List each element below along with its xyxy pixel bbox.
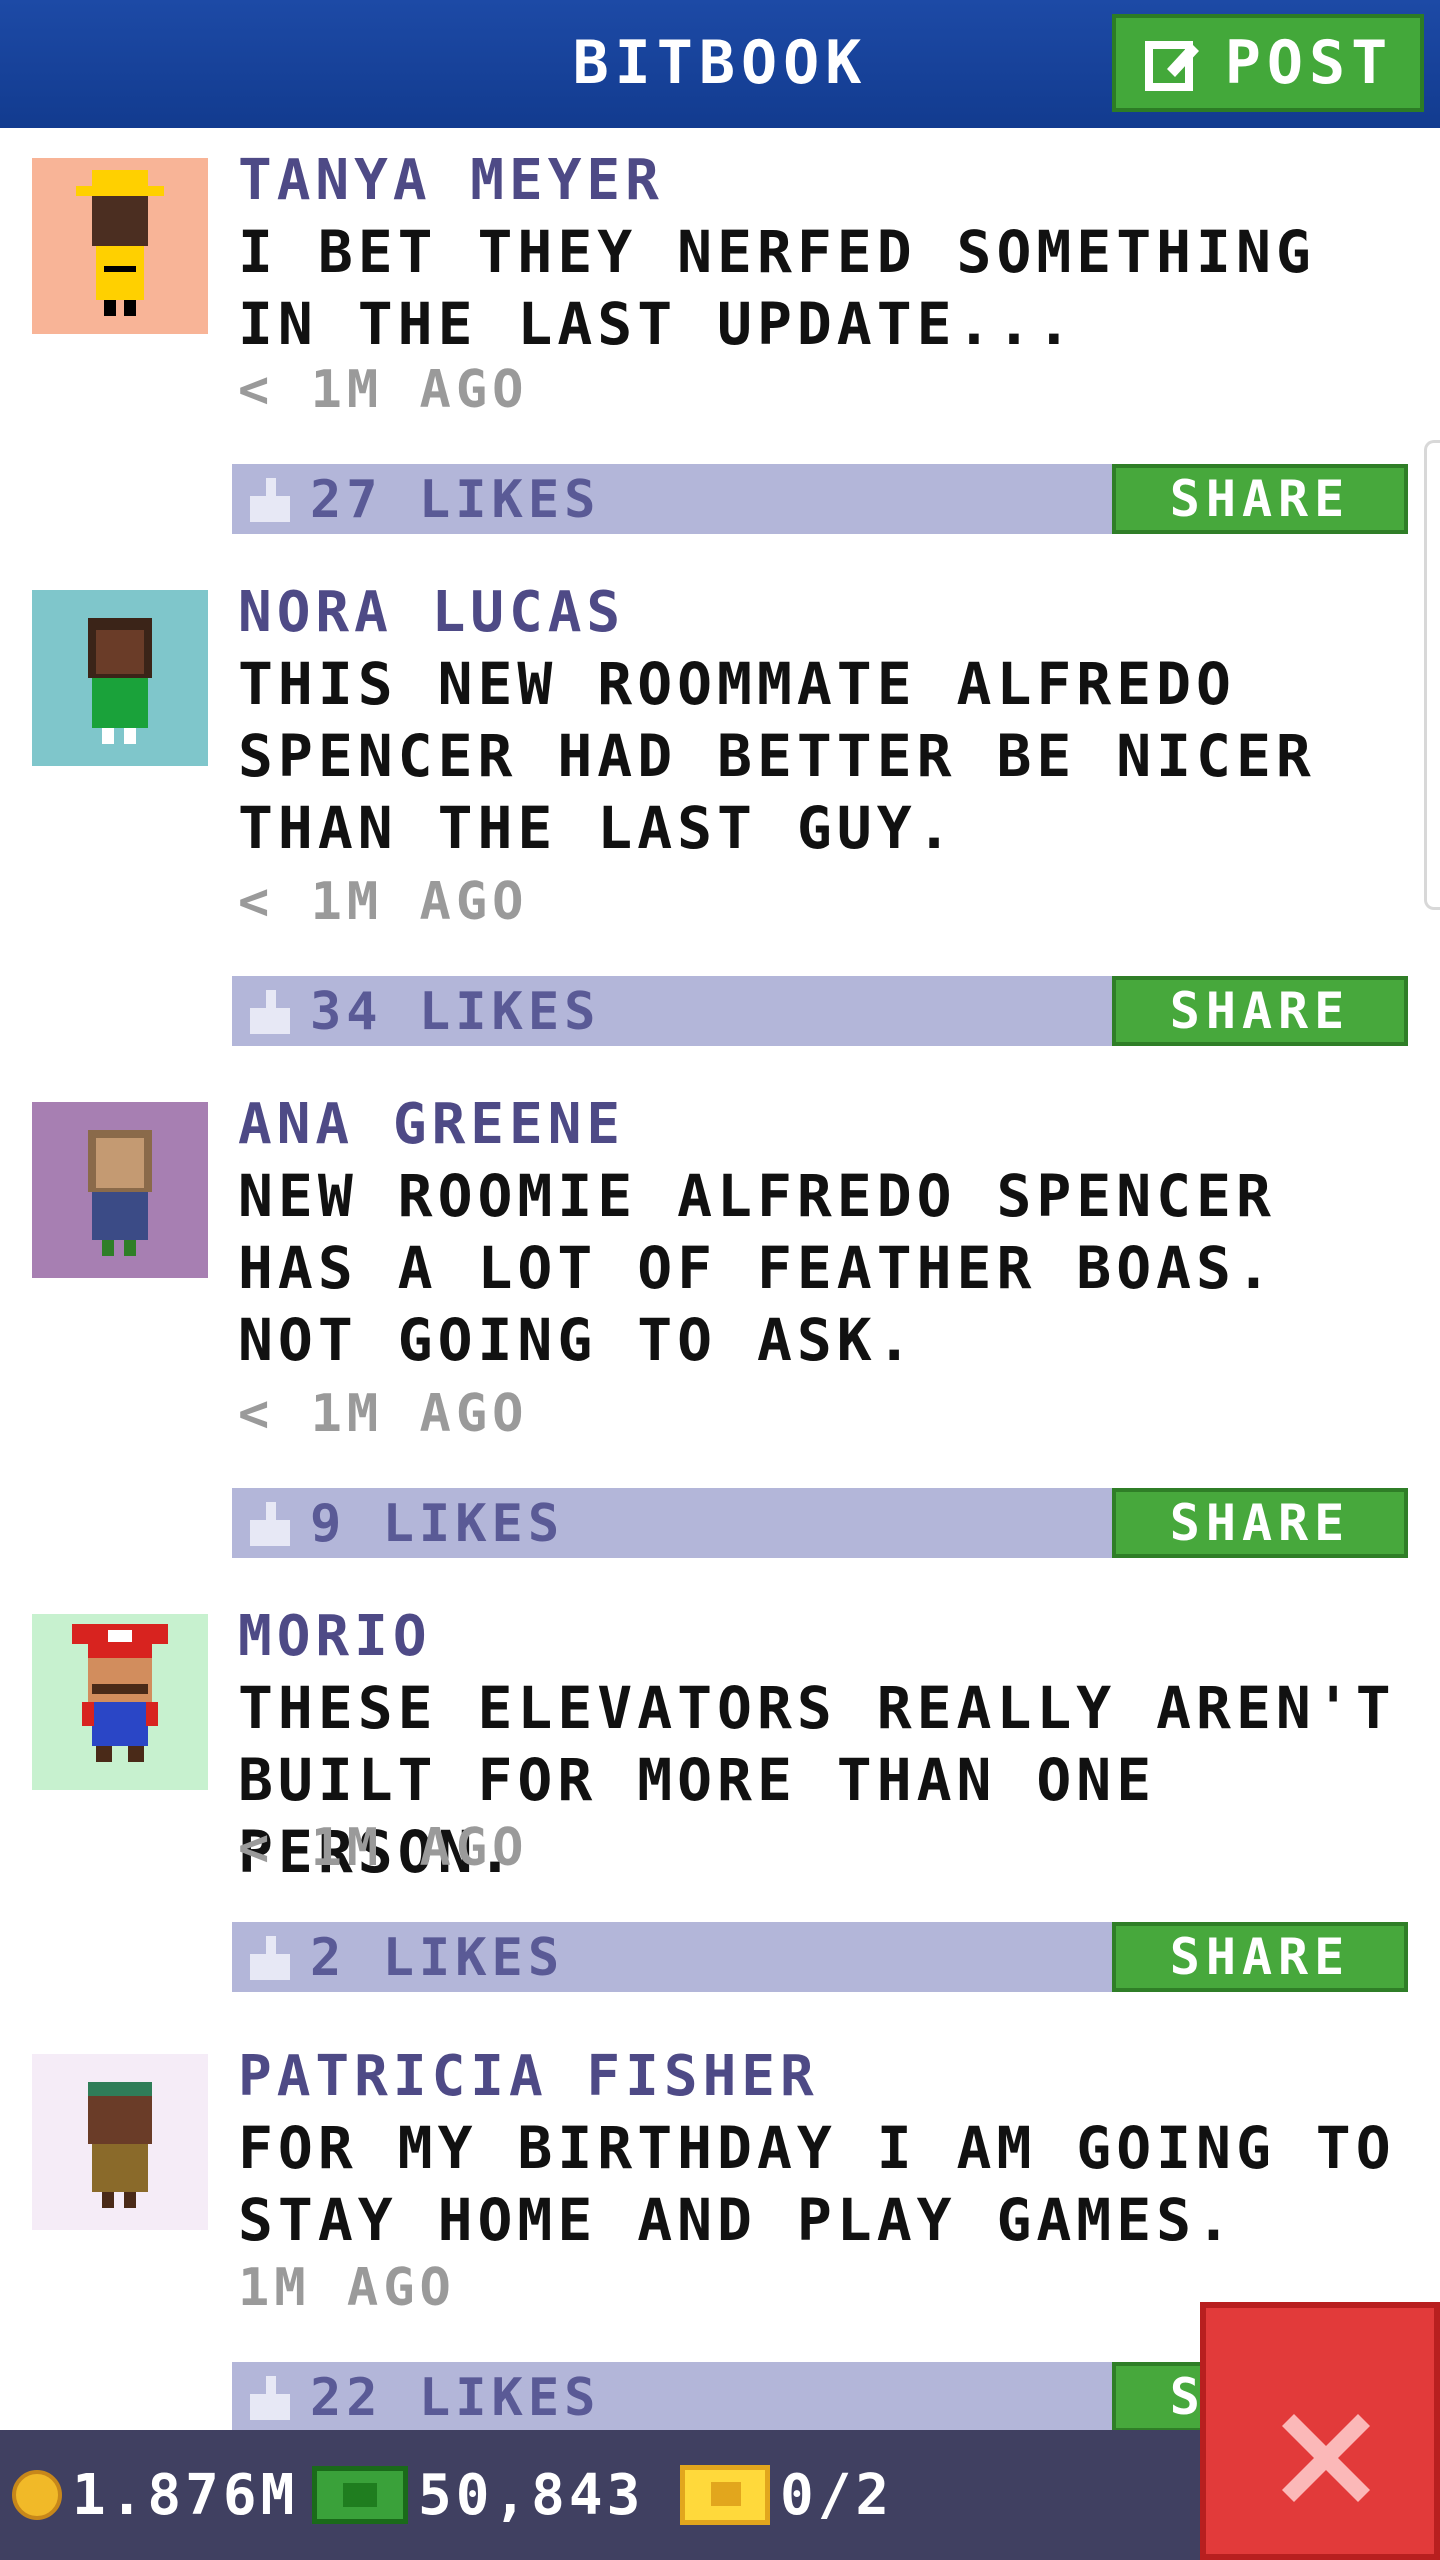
- post-time: < 1M AGO: [238, 872, 529, 932]
- post-author[interactable]: PATRICIA FISHER: [238, 2044, 819, 2109]
- avatar[interactable]: [32, 1102, 208, 1278]
- thumb-up-icon: [250, 990, 290, 1034]
- post-author[interactable]: ANA GREENE: [238, 1092, 625, 1157]
- post-button-label: POST: [1224, 28, 1394, 98]
- thumb-up-icon: [250, 478, 290, 522]
- like-bar[interactable]: 2 LIKES SHARE: [232, 1922, 1408, 1992]
- post-author[interactable]: TANYA MEYER: [238, 148, 664, 213]
- post-text: I BET THEY NERFED SOMETHING IN THE LAST …: [238, 218, 1316, 358]
- coins-value: 1.876M: [72, 2462, 299, 2528]
- like-count: 2 LIKES: [310, 1928, 565, 1988]
- tickets-stat: 0/2: [680, 2462, 893, 2528]
- post-time: < 1M AGO: [238, 1384, 529, 1444]
- thumb-up-icon: [250, 2376, 290, 2420]
- like-bar[interactable]: 27 LIKES SHARE: [232, 464, 1408, 534]
- post-button[interactable]: POST: [1112, 14, 1424, 112]
- share-button[interactable]: SHARE: [1112, 1922, 1408, 1992]
- share-button[interactable]: SHARE: [1112, 1488, 1408, 1558]
- close-icon: [1282, 2414, 1370, 2502]
- thumb-up-icon: [250, 1502, 290, 1546]
- post-text: THIS NEW ROOMMATE ALFREDO SPENCER HAD BE…: [238, 650, 1316, 862]
- app-header: BITBOOK POST: [0, 0, 1440, 128]
- scrollbar[interactable]: [1424, 440, 1440, 910]
- bux-value: 50,843: [418, 2462, 645, 2528]
- share-button[interactable]: SHARE: [1112, 976, 1408, 1046]
- post-time: 1M AGO: [238, 2258, 456, 2318]
- tickets-value: 0/2: [780, 2462, 894, 2528]
- feed-post: ANA GREENE NEW ROOMIE ALFREDO SPENCER HA…: [0, 1072, 1440, 1592]
- feed-post: NORA LUCAS THIS NEW ROOMMATE ALFREDO SPE…: [0, 560, 1440, 1080]
- close-button[interactable]: [1200, 2302, 1440, 2560]
- feed-post: MORIO THESE ELEVATORS REALLY AREN'T BUIL…: [0, 1584, 1440, 2032]
- feed-post: TANYA MEYER I BET THEY NERFED SOMETHING …: [0, 128, 1440, 568]
- post-text: FOR MY BIRTHDAY I AM GOING TO STAY HOME …: [238, 2114, 1396, 2254]
- thumb-up-icon: [250, 1936, 290, 1980]
- cash-icon: [312, 2466, 408, 2524]
- like-count: 27 LIKES: [310, 470, 601, 530]
- post-time: < 1M AGO: [238, 360, 529, 420]
- bux-stat: 50,843: [312, 2462, 644, 2528]
- post-time: < 1M AGO: [238, 1818, 529, 1878]
- coin-icon: [12, 2470, 62, 2520]
- like-count: 22 LIKES: [310, 2368, 601, 2428]
- post-author[interactable]: NORA LUCAS: [238, 580, 625, 645]
- edit-icon: [1143, 33, 1203, 93]
- coins-stat: 1.876M: [12, 2462, 298, 2528]
- like-bar[interactable]: 9 LIKES SHARE: [232, 1488, 1408, 1558]
- ticket-icon: [680, 2465, 770, 2525]
- post-text: NEW ROOMIE ALFREDO SPENCER HAS A LOT OF …: [238, 1162, 1276, 1374]
- like-count: 34 LIKES: [310, 982, 601, 1042]
- avatar[interactable]: [32, 2054, 208, 2230]
- avatar[interactable]: [32, 590, 208, 766]
- avatar[interactable]: [32, 158, 208, 334]
- like-count: 9 LIKES: [310, 1494, 565, 1554]
- post-author[interactable]: MORIO: [238, 1604, 432, 1669]
- avatar[interactable]: [32, 1614, 208, 1790]
- like-bar[interactable]: 34 LIKES SHARE: [232, 976, 1408, 1046]
- share-button[interactable]: SHARE: [1112, 464, 1408, 534]
